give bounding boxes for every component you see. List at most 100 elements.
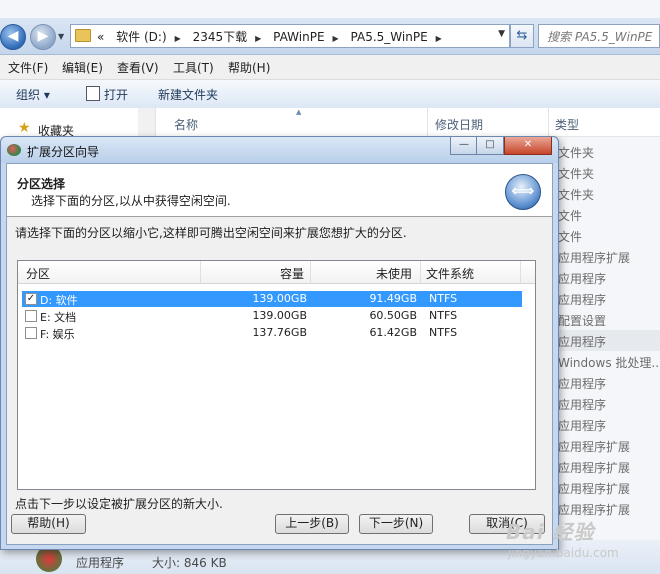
breadcrumb-prefix[interactable]: « [95, 30, 110, 44]
file-type-cell: 应用程序 [558, 398, 607, 412]
organize-button[interactable]: 组织 ▾ [16, 86, 50, 103]
app-logo-icon [7, 144, 21, 156]
column-capacity[interactable]: 容量 [280, 265, 304, 282]
file-type-cell: 应用程序 [558, 335, 607, 349]
partition-unused: 60.50GB [369, 309, 417, 322]
column-type[interactable]: 类型 [555, 116, 579, 133]
file-type-cell: 应用程序扩展 [558, 482, 631, 496]
search-input[interactable]: 搜索 PA5.5_WinPE [538, 24, 660, 48]
file-type-cell: 文件 [558, 209, 583, 223]
column-partition[interactable]: 分区 [26, 265, 50, 282]
back-button[interactable]: 上一步(B) [275, 514, 349, 534]
column-divider[interactable] [200, 261, 201, 283]
wizard-step-subtitle: 选择下面的分区,以从中获得空闲空间. [31, 194, 231, 208]
file-type-cell: 文件夹 [558, 146, 595, 160]
partition-unused: 91.49GB [369, 292, 417, 305]
chevron-right-icon[interactable]: ▶ [434, 34, 448, 43]
column-divider[interactable] [548, 108, 549, 136]
menu-edit[interactable]: 编辑(E) [62, 59, 103, 76]
instruction-text: 请选择下面的分区以缩小它,这样即可腾出空闲空间来扩展您想扩大的分区. [15, 226, 407, 240]
partition-row[interactable]: E: 文档 139.00GB 60.50GB NTFS [22, 308, 522, 324]
next-button[interactable]: 下一步(N) [359, 514, 433, 534]
partition-unused: 61.42GB [369, 326, 417, 339]
chevron-right-icon[interactable]: ▶ [253, 34, 267, 43]
forward-button[interactable]: ▶ [30, 24, 56, 50]
dialog-body: 分区选择 选择下面的分区,以从中获得空闲空间. ⟺ 请选择下面的分区以缩小它,这… [6, 163, 553, 545]
watermark-text: Bai 经验 [506, 520, 595, 544]
file-type-column: 文件夹 文件夹 文件夹 文件 文件 应用程序扩展 应用程序 应用程序 配置设置 应用程序 Windo… [556, 137, 660, 537]
menu-bar: 文件(F) 编辑(E) 查看(V) 工具(T) 帮助(H) [0, 55, 660, 80]
file-type-cell: 文件夹 [558, 167, 595, 181]
maximize-button[interactable]: □ [476, 137, 504, 155]
file-type-cell: Windows 批处理... [558, 356, 660, 370]
search-placeholder: 搜索 PA5.5_WinPE [547, 30, 653, 44]
breadcrumb-item[interactable]: 软件 (D:) [114, 30, 172, 44]
file-type-cell: 应用程序 [558, 272, 607, 286]
partition-row[interactable]: ✓ D: 软件 139.00GB 91.49GB NTFS [22, 291, 522, 307]
wizard-header: 分区选择 选择下面的分区,以从中获得空闲空间. ⟺ [7, 164, 552, 217]
file-list-header: 名称 修改日期 类型 [156, 108, 660, 137]
breadcrumb: « 软件 (D:) ▶ 2345下载 ▶ PAWinPE ▶ PA5.5_WinPE ▶ [95, 28, 448, 45]
resize-arrows-icon: ⟺ [505, 174, 541, 210]
column-filesystem[interactable]: 文件系统 [426, 265, 474, 282]
close-button[interactable]: ✕ [504, 137, 552, 155]
menu-help[interactable]: 帮助(H) [228, 59, 270, 76]
menu-file[interactable]: 文件(F) [8, 59, 48, 76]
file-type-cell: 应用程序 [558, 293, 607, 307]
column-name[interactable]: 名称 [174, 116, 198, 133]
nav-scrollbar[interactable] [138, 108, 155, 138]
partition-filesystem: NTFS [429, 309, 458, 322]
minimize-button[interactable]: — [450, 137, 478, 155]
back-button[interactable]: ◀ [0, 24, 26, 50]
sort-up-icon: ▲ [296, 108, 302, 116]
menu-tools[interactable]: 工具(T) [173, 59, 214, 76]
column-divider[interactable] [427, 108, 428, 136]
extend-partition-wizard-dialog: 扩展分区向导 — □ ✕ 分区选择 选择下面的分区,以从中获得空闲空间. ⟺ 请… [0, 136, 559, 550]
partition-checkbox[interactable] [25, 310, 37, 322]
status-size: 大小: 846 KB [152, 556, 227, 570]
open-button[interactable]: 打开 [104, 86, 128, 103]
partition-checkbox[interactable]: ✓ [25, 293, 37, 305]
folder-icon [75, 29, 91, 42]
dialog-title: 扩展分区向导 [27, 145, 100, 159]
file-type-cell: 文件 [558, 230, 583, 244]
address-bar[interactable]: « 软件 (D:) ▶ 2345下载 ▶ PAWinPE ▶ PA5.5_WinPE ▶… [70, 24, 510, 48]
next-step-hint: 点击下一步以设定被扩展分区的新大小. [15, 497, 223, 511]
partition-row[interactable]: F: 娱乐 137.76GB 61.42GB NTFS [22, 325, 522, 341]
chevron-right-icon[interactable]: ▶ [173, 34, 187, 43]
column-unused[interactable]: 未使用 [376, 265, 412, 282]
file-type-cell: 应用程序 [558, 377, 607, 391]
partition-list-header: 分区 容量 未使用 文件系统 [18, 261, 535, 284]
chevron-right-icon[interactable]: ▶ [331, 34, 345, 43]
breadcrumb-item[interactable]: PAWinPE [271, 30, 330, 44]
file-type-cell: 配置设置 [558, 314, 607, 328]
breadcrumb-item[interactable]: PA5.5_WinPE [349, 30, 434, 44]
command-bar: 组织 ▾ 打开 新建文件夹 [0, 80, 660, 109]
address-dropdown-icon[interactable]: ▼ [498, 29, 505, 39]
help-button[interactable]: 帮助(H) [11, 514, 86, 534]
partition-name: F: 娱乐 [40, 328, 75, 341]
partition-filesystem: NTFS [429, 326, 458, 339]
partition-capacity: 139.00GB [252, 309, 307, 322]
refresh-button[interactable]: ⇆ [510, 24, 534, 48]
column-modified[interactable]: 修改日期 [435, 116, 483, 133]
dialog-titlebar[interactable]: 扩展分区向导 — □ ✕ [1, 137, 558, 163]
column-divider[interactable] [520, 261, 521, 283]
favorites-star-icon: ★ [18, 120, 31, 136]
partition-capacity: 139.00GB [252, 292, 307, 305]
menu-view[interactable]: 查看(V) [117, 59, 159, 76]
column-divider[interactable] [310, 261, 311, 283]
partition-name: E: 文档 [40, 311, 77, 324]
partition-name: D: 软件 [40, 294, 78, 307]
breadcrumb-item[interactable]: 2345下载 [191, 30, 254, 44]
address-toolbar: ◀ ▶ ▼ « 软件 (D:) ▶ 2345下载 ▶ PAWinPE ▶ PA5.5_… [0, 18, 660, 55]
file-type-cell: 应用程序 [558, 419, 607, 433]
file-type-cell: 应用程序扩展 [558, 461, 631, 475]
column-divider[interactable] [420, 261, 421, 283]
history-dropdown-icon[interactable]: ▼ [58, 32, 66, 41]
partition-checkbox[interactable] [25, 327, 37, 339]
open-icon [86, 86, 100, 101]
file-type-cell: 应用程序扩展 [558, 251, 631, 265]
new-folder-button[interactable]: 新建文件夹 [158, 86, 218, 103]
status-type: 应用程序 [76, 556, 125, 570]
